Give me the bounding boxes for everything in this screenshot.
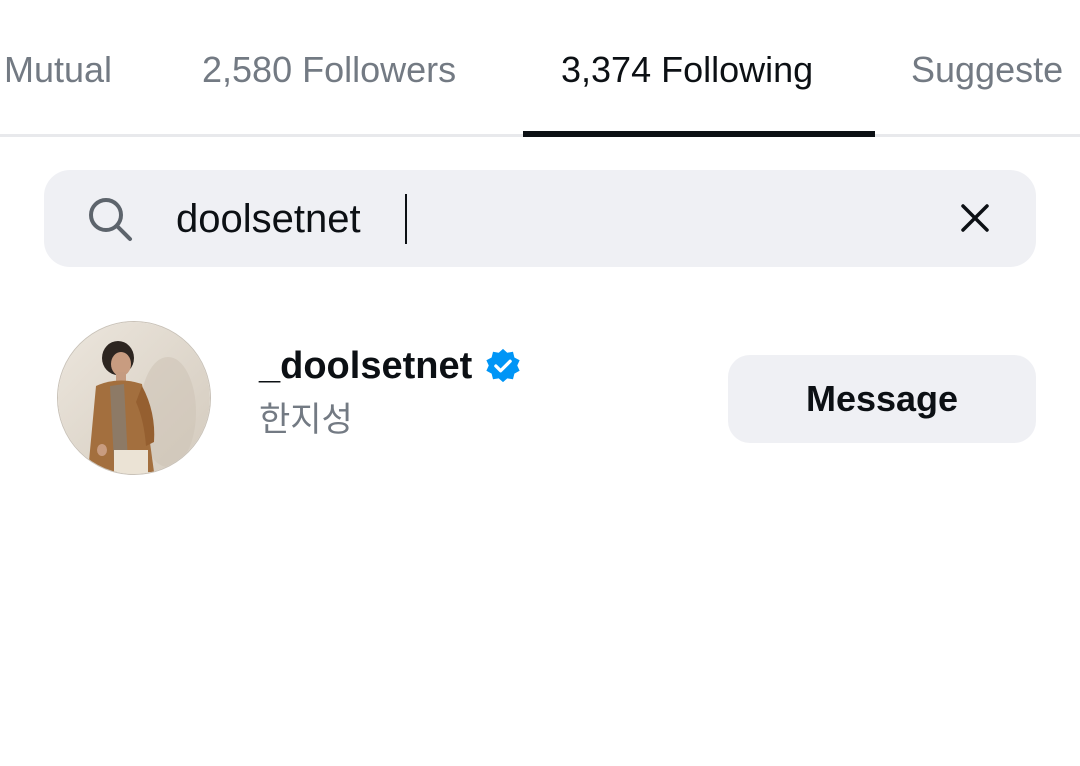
follow-tabs: Mutual 2,580 Followers 3,374 Following S… [0, 0, 1080, 137]
username-row[interactable]: _doolsetnet [259, 342, 522, 390]
message-button[interactable]: Message [728, 355, 1036, 443]
tab-following[interactable]: 3,374 Following [561, 48, 813, 92]
tab-followers[interactable]: 2,580 Followers [202, 48, 456, 92]
tab-mutual[interactable]: Mutual [4, 48, 112, 92]
avatar[interactable] [57, 321, 211, 475]
full-name: 한지성 [259, 400, 353, 440]
search-icon [89, 198, 132, 241]
tab-suggested[interactable]: Suggeste [911, 48, 1063, 92]
search-input[interactable] [176, 194, 876, 244]
active-tab-indicator [523, 131, 875, 137]
close-icon[interactable] [956, 199, 994, 237]
text-caret [405, 194, 407, 244]
verified-badge-icon [486, 348, 520, 383]
username[interactable]: _doolsetnet [259, 342, 472, 390]
